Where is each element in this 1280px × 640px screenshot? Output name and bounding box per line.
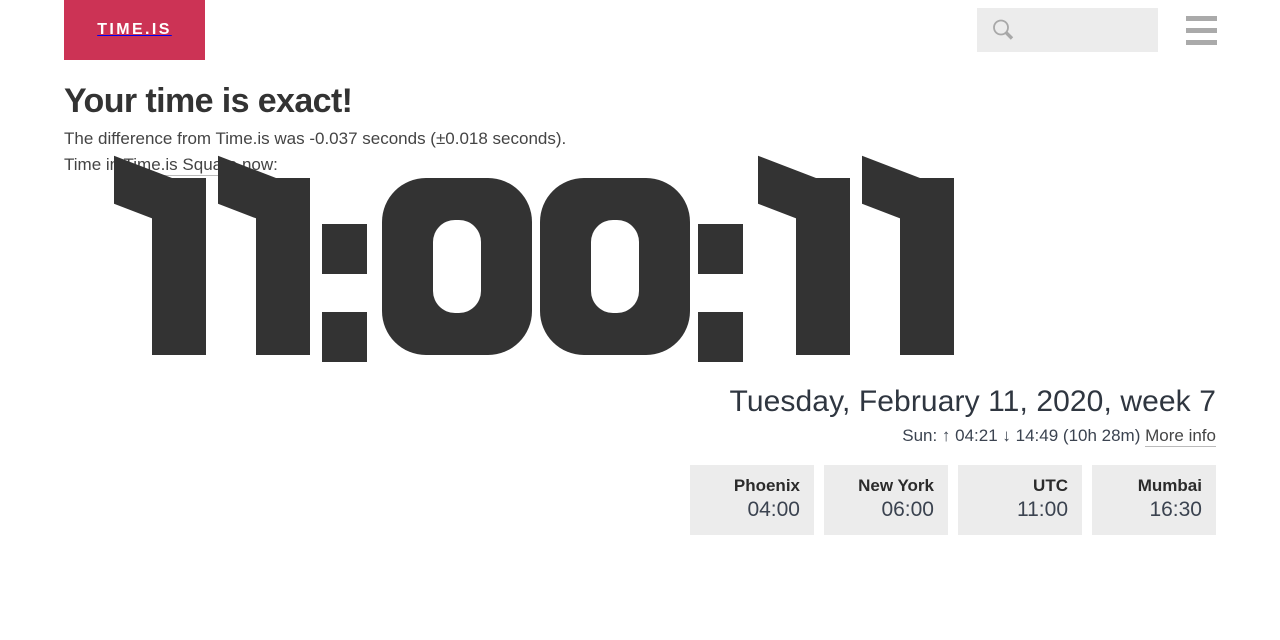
separator-dot bbox=[698, 311, 743, 362]
clock-digit-hour-ones bbox=[218, 155, 314, 355]
city-time-list: Phoenix 04:00 New York 06:00 UTC 11:00 M… bbox=[64, 464, 1216, 535]
city-time: 16:30 bbox=[1149, 497, 1202, 521]
clock-separator-2 bbox=[698, 178, 750, 362]
menu-bar-2 bbox=[1186, 28, 1217, 33]
digit-stroke bbox=[152, 177, 206, 355]
page-title: Your time is exact! bbox=[64, 82, 353, 120]
city-card-mumbai[interactable]: Mumbai 16:30 bbox=[1092, 464, 1216, 535]
clock-digit-second-ones bbox=[862, 155, 958, 355]
site-logo-text: TIME.IS bbox=[97, 21, 172, 38]
menu-bar-3 bbox=[1186, 40, 1217, 45]
city-card-new-york[interactable]: New York 06:00 bbox=[824, 464, 948, 535]
hamburger-menu-icon[interactable] bbox=[1186, 16, 1217, 45]
city-name: UTC bbox=[1033, 475, 1068, 495]
city-name: Mumbai bbox=[1137, 475, 1202, 495]
city-card-utc[interactable]: UTC 11:00 bbox=[958, 464, 1082, 535]
city-time: 11:00 bbox=[1017, 497, 1068, 521]
clock-digit-second-tens bbox=[758, 155, 854, 355]
digit-stroke bbox=[900, 177, 954, 355]
clock-area bbox=[64, 155, 1216, 375]
clock-digit-minute-ones bbox=[540, 177, 690, 355]
separator-dot bbox=[698, 223, 743, 274]
site-logo[interactable]: TIME.IS bbox=[64, 0, 205, 60]
sun-info: Sun: ↑ 04:21 ↓ 14:49 (10h 28m) More info bbox=[64, 423, 1216, 449]
page-header: TIME.IS bbox=[0, 0, 1280, 60]
date-block: Tuesday, February 11, 2020, week 7 Sun: … bbox=[64, 383, 1216, 449]
city-name: Phoenix bbox=[733, 475, 800, 495]
clock-digit-minute-tens bbox=[382, 177, 532, 355]
search-icon bbox=[990, 17, 1016, 43]
city-time: 04:00 bbox=[747, 497, 800, 521]
clock-digit-hour-tens bbox=[114, 155, 210, 355]
time-difference-text: The difference from Time.is was -0.037 s… bbox=[64, 128, 567, 148]
current-date: Tuesday, February 11, 2020, week 7 bbox=[729, 384, 1216, 418]
big-clock bbox=[114, 155, 966, 362]
digit-stroke bbox=[796, 177, 850, 355]
search-box[interactable] bbox=[977, 8, 1225, 52]
city-card-phoenix[interactable]: Phoenix 04:00 bbox=[690, 464, 814, 535]
digit-counter bbox=[591, 219, 639, 313]
digit-counter bbox=[433, 219, 481, 313]
city-time: 06:00 bbox=[881, 497, 934, 521]
separator-dot bbox=[322, 311, 367, 362]
sun-times: Sun: ↑ 04:21 ↓ 14:49 (10h 28m) bbox=[902, 425, 1141, 445]
more-info-link[interactable]: More info bbox=[1145, 425, 1216, 447]
menu-bar-1 bbox=[1186, 16, 1217, 21]
city-name: New York bbox=[858, 475, 934, 495]
separator-dot bbox=[322, 223, 367, 274]
clock-separator-1 bbox=[322, 178, 374, 362]
main-content: Your time is exact! The difference from … bbox=[64, 82, 1216, 535]
digit-stroke bbox=[256, 177, 310, 355]
